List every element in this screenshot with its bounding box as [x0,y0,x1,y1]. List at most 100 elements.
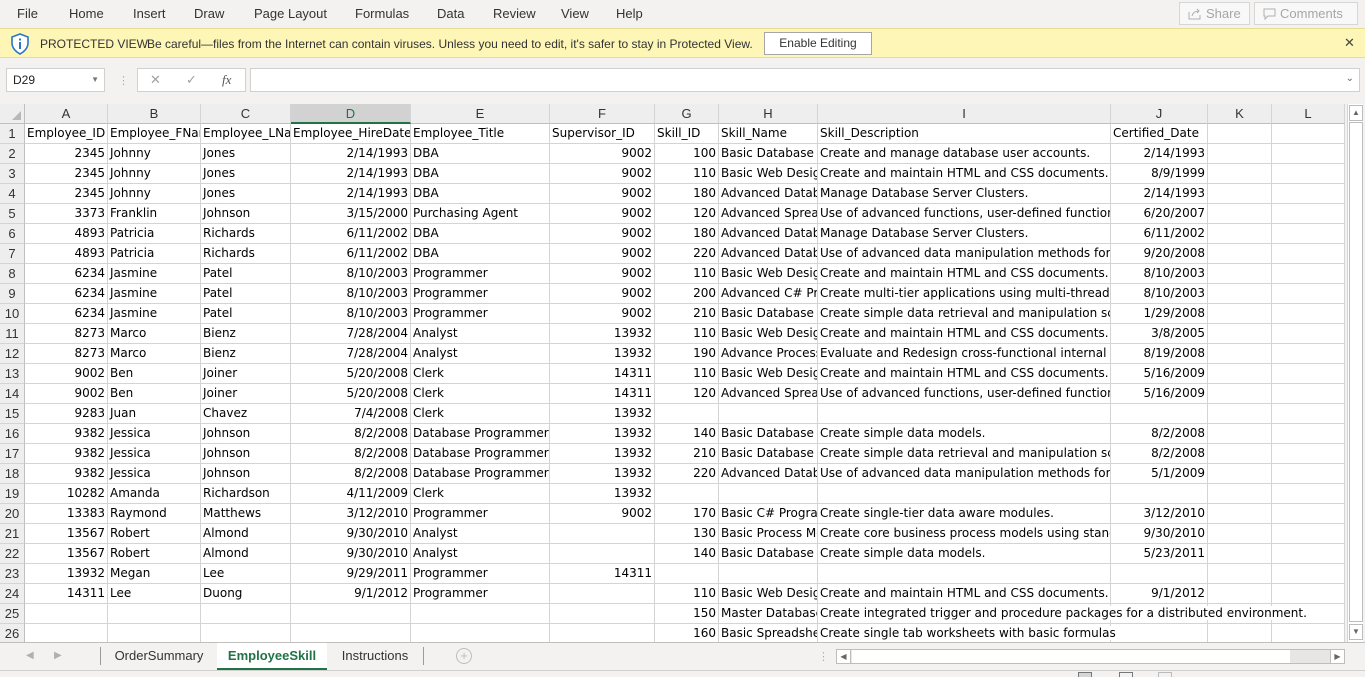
table-cell[interactable]: 130 [655,524,719,544]
table-cell[interactable] [655,404,719,424]
table-cell[interactable]: 14311 [550,384,655,404]
table-cell[interactable]: Jones [201,184,291,204]
table-cell[interactable]: 9002 [550,244,655,264]
name-box[interactable]: D29 ▼ [6,68,105,92]
header-cell[interactable]: Employee_ID [25,124,108,144]
menu-help[interactable]: Help [616,6,643,21]
page-layout-view-icon[interactable] [1119,672,1133,677]
header-cell[interactable]: Employee_LName [201,124,291,144]
table-cell[interactable]: 170 [655,504,719,524]
table-cell[interactable]: 210 [655,444,719,464]
table-cell[interactable] [1208,244,1272,264]
table-cell[interactable]: 14311 [550,364,655,384]
function-icon[interactable]: fx [222,72,231,88]
table-cell[interactable]: 9382 [25,444,108,464]
enable-editing-button[interactable]: Enable Editing [764,32,872,55]
row-header[interactable]: 7 [0,244,25,264]
table-cell[interactable]: 3/12/2010 [291,504,411,524]
table-cell[interactable]: 2/14/1993 [291,144,411,164]
table-cell[interactable]: 220 [655,244,719,264]
table-cell[interactable]: Patel [201,304,291,324]
expand-formula-icon[interactable]: ⌄ [1346,73,1354,84]
table-cell[interactable] [719,484,818,504]
row-header[interactable]: 10 [0,304,25,324]
table-cell[interactable]: 180 [655,224,719,244]
table-cell[interactable] [818,484,1111,504]
table-cell[interactable]: 3/15/2000 [291,204,411,224]
table-cell[interactable]: 13932 [25,564,108,584]
check-icon[interactable]: ✓ [186,72,197,88]
row-header[interactable]: 26 [0,624,25,642]
table-cell[interactable]: Bienz [201,344,291,364]
table-cell[interactable]: Create and maintain HTML and CSS documen… [818,364,1111,384]
menu-file[interactable]: File [17,6,38,21]
table-cell[interactable]: Advanced Database Manipulation [719,464,818,484]
table-cell[interactable]: 120 [655,384,719,404]
table-cell[interactable]: Bienz [201,324,291,344]
column-header-b[interactable]: B [108,104,201,124]
formula-input[interactable]: ⌄ [250,68,1360,92]
scroll-right-icon[interactable]: ▶ [1330,650,1344,663]
table-cell[interactable]: Advance Process Modeling [719,344,818,364]
table-cell[interactable]: Ben [108,384,201,404]
table-cell[interactable]: Programmer [411,264,550,284]
table-cell[interactable]: Advanced Database Manipulation [719,244,818,264]
table-cell[interactable]: Use of advanced functions, user-defined … [818,204,1111,224]
table-cell[interactable] [550,604,655,624]
table-cell[interactable]: 5/20/2008 [291,364,411,384]
table-cell[interactable] [1208,544,1272,564]
table-cell[interactable] [1272,444,1345,464]
table-cell[interactable] [1208,284,1272,304]
table-cell[interactable]: 9002 [550,224,655,244]
row-header[interactable]: 20 [0,504,25,524]
normal-view-icon[interactable] [1078,672,1092,677]
table-cell[interactable]: 13383 [25,504,108,524]
table-cell[interactable]: 110 [655,264,719,284]
table-cell[interactable]: 9/30/2010 [291,524,411,544]
table-cell[interactable]: 2/14/1993 [1111,184,1208,204]
table-cell[interactable]: Basic Web Design [719,584,818,604]
table-cell[interactable] [1208,164,1272,184]
table-cell[interactable] [818,564,1111,584]
row-header[interactable]: 12 [0,344,25,364]
vertical-scroll-thumb[interactable] [1349,122,1363,622]
table-cell[interactable] [1272,524,1345,544]
table-cell[interactable]: 5/1/2009 [1111,464,1208,484]
table-cell[interactable] [719,564,818,584]
page-break-view-icon[interactable] [1158,672,1172,677]
table-cell[interactable] [1208,144,1272,164]
table-cell[interactable] [550,624,655,642]
table-cell[interactable]: 5/23/2011 [1111,544,1208,564]
add-sheet-icon[interactable]: + [456,648,472,664]
share-button[interactable]: Share [1179,2,1250,25]
menu-insert[interactable]: Insert [133,6,166,21]
select-all-button[interactable] [0,104,25,124]
table-cell[interactable]: Lee [108,584,201,604]
table-cell[interactable] [1272,324,1345,344]
table-cell[interactable] [1272,484,1345,504]
header-cell[interactable]: Skill_Description [818,124,1111,144]
table-cell[interactable]: Patricia [108,224,201,244]
row-header[interactable]: 22 [0,544,25,564]
table-cell[interactable]: 150 [655,604,719,624]
table-cell[interactable]: Programmer [411,284,550,304]
row-header[interactable]: 5 [0,204,25,224]
table-cell[interactable] [1272,544,1345,564]
table-cell[interactable]: Lee [201,564,291,584]
table-cell[interactable] [1111,624,1208,642]
table-cell[interactable]: Megan [108,564,201,584]
horizontal-scroll-thumb[interactable] [852,650,1290,663]
table-cell[interactable]: 8/2/2008 [291,444,411,464]
row-header[interactable]: 3 [0,164,25,184]
table-cell[interactable]: Jessica [108,444,201,464]
table-cell[interactable] [719,404,818,424]
table-cell[interactable]: Clerk [411,484,550,504]
table-cell[interactable] [1208,464,1272,484]
table-cell[interactable] [25,604,108,624]
table-cell[interactable]: DBA [411,244,550,264]
table-cell[interactable]: Johnny [108,184,201,204]
table-cell[interactable] [1208,484,1272,504]
table-cell[interactable]: Amanda [108,484,201,504]
table-cell[interactable]: Manage Database Server Clusters. [818,224,1111,244]
table-cell[interactable] [1208,584,1272,604]
